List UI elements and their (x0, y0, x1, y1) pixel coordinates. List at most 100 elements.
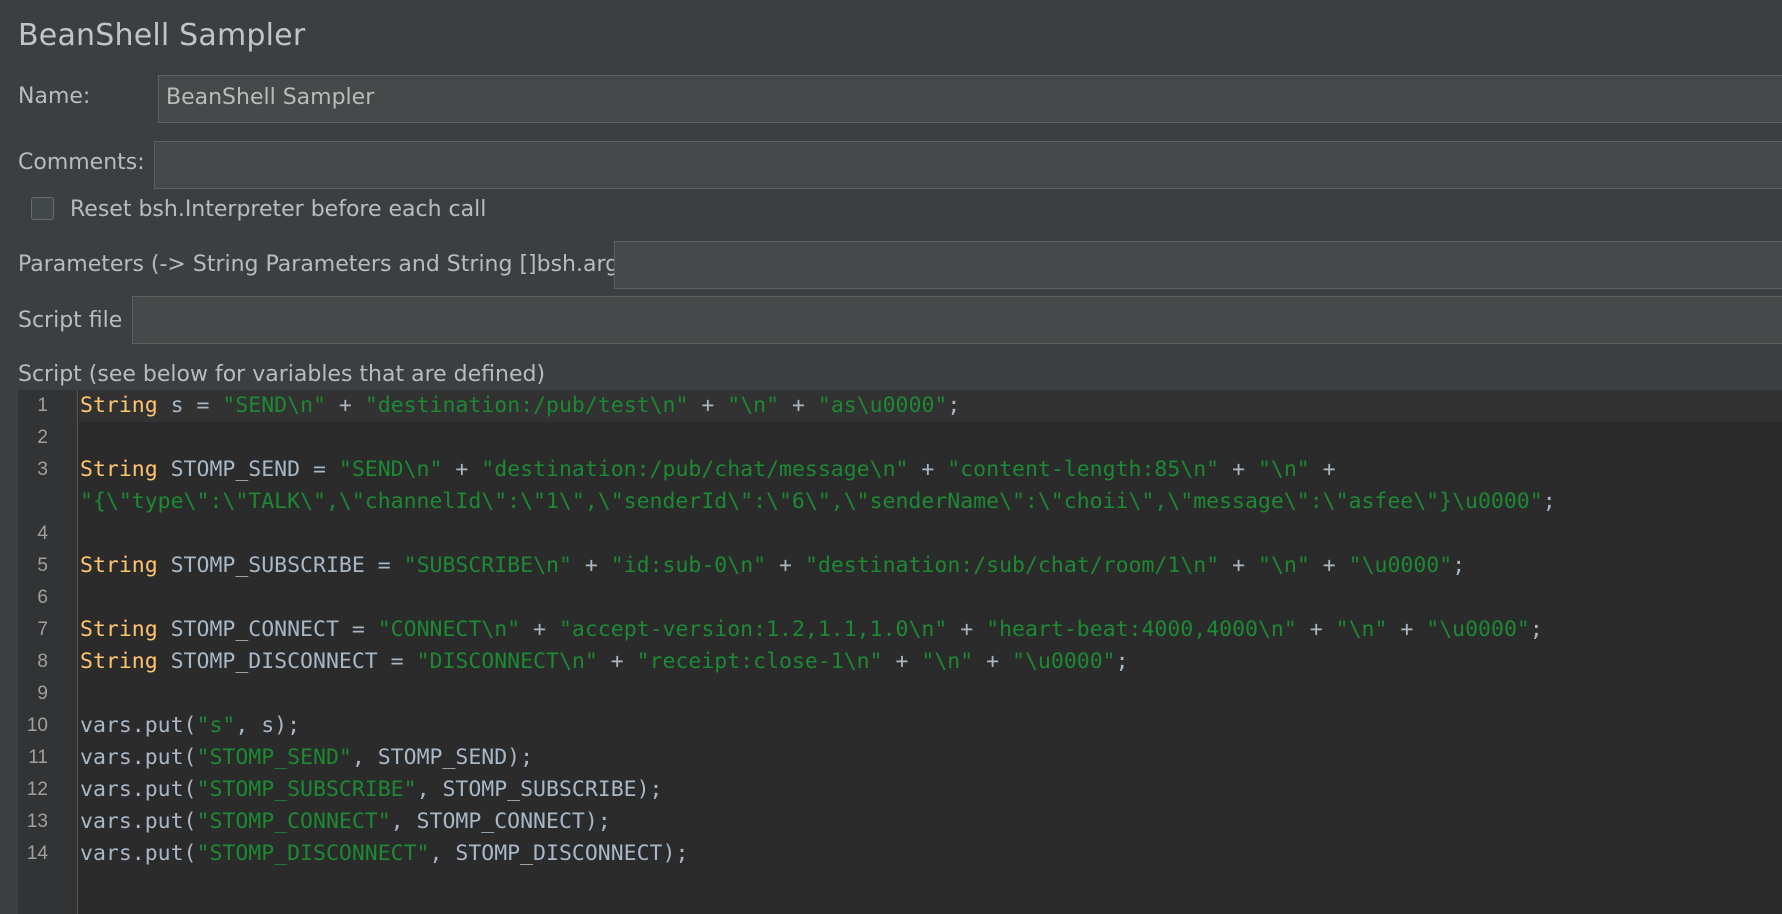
code-line[interactable]: 4 (18, 518, 1782, 550)
code-string: "id:sub-0\n" (610, 553, 767, 578)
code-string: "s" (196, 713, 236, 738)
code-plain: , STOMP_DISCONNECT); (429, 841, 689, 866)
comments-label: Comments: (18, 150, 145, 175)
code-line[interactable]: 5 String STOMP_SUBSCRIBE = "SUBSCRIBE\n" … (18, 550, 1782, 582)
code-string: "destination:/pub/test\n" (364, 393, 689, 418)
reset-interpreter-label[interactable]: Reset bsh.Interpreter before each call (70, 197, 486, 222)
code-text: String STOMP_SEND = "SEND\n" + "destinat… (80, 454, 1336, 486)
code-plain: + (779, 393, 818, 418)
script-file-label: Script file (18, 308, 123, 333)
code-text: String s = "SEND\n" + "destination:/pub/… (80, 390, 960, 422)
code-plain: s = (157, 393, 223, 418)
script-editor[interactable]: 1 String s = "SEND\n" + "destination:/pub… (18, 390, 1782, 914)
code-string: "\n" (921, 649, 974, 674)
code-plain: ; (1115, 649, 1129, 674)
code-line[interactable]: 2 (18, 422, 1782, 454)
code-plain: vars.put( (80, 777, 197, 802)
code-text: String STOMP_SUBSCRIBE = "SUBSCRIBE\n" +… (80, 550, 1465, 582)
line-number: 3 (37, 459, 48, 480)
code-string: "STOMP_SEND" (196, 745, 352, 770)
code-plain: vars.put( (80, 809, 197, 834)
code-plain: , STOMP_SUBSCRIBE); (416, 777, 663, 802)
reset-interpreter-checkbox[interactable] (31, 197, 54, 220)
line-number: 7 (37, 619, 48, 640)
code-plain: + (1309, 457, 1336, 482)
code-line[interactable]: 1 String s = "SEND\n" + "destination:/pub… (18, 390, 1782, 422)
code-plain: ; (1529, 617, 1543, 642)
line-number: 2 (37, 427, 48, 448)
code-line[interactable]: 14 vars.put("STOMP_DISCONNECT", STOMP_DIS… (18, 838, 1782, 870)
code-plain: ; (947, 393, 961, 418)
code-line[interactable]: 8 String STOMP_DISCONNECT = "DISCONNECT\n… (18, 646, 1782, 678)
panel-title: BeanShell Sampler (18, 18, 306, 53)
line-number: 9 (37, 683, 48, 704)
code-string: "CONNECT\n" (377, 617, 521, 642)
comments-input[interactable] (154, 141, 1782, 189)
code-string: "SUBSCRIBE\n" (403, 553, 572, 578)
code-string: "\u0000" (1426, 617, 1530, 642)
code-string: "STOMP_DISCONNECT" (196, 841, 430, 866)
code-string: "STOMP_SUBSCRIBE" (196, 777, 417, 802)
code-string: "SEND\n" (338, 457, 443, 482)
line-number: 12 (26, 779, 48, 800)
code-plain: + (442, 457, 482, 482)
line-number: 10 (26, 715, 48, 736)
code-string: "accept-version:1.2,1.1,1.0\n" (558, 617, 948, 642)
code-plain: + (908, 457, 948, 482)
code-string: "DISCONNECT\n" (416, 649, 598, 674)
code-string: "\n" (727, 393, 780, 418)
code-line[interactable]: "{\"type\":\"TALK\",\"channelId\":\"1\",… (18, 486, 1782, 518)
line-number: 5 (37, 555, 48, 576)
code-plain: , STOMP_SEND); (351, 745, 534, 770)
code-plain: STOMP_SUBSCRIBE = (157, 553, 404, 578)
code-string: "as\u0000" (817, 393, 948, 418)
code-text: String STOMP_DISCONNECT = "DISCONNECT\n"… (80, 646, 1129, 678)
script-file-input[interactable] (132, 296, 1782, 344)
code-plain: , STOMP_CONNECT); (390, 809, 611, 834)
code-plain: STOMP_CONNECT = (157, 617, 378, 642)
code-line[interactable]: 13 vars.put("STOMP_CONNECT", STOMP_CONNEC… (18, 806, 1782, 838)
code-string: "receipt:close-1\n" (636, 649, 883, 674)
code-plain: STOMP_SEND = (157, 457, 339, 482)
code-string: "{\"type\":\"TALK\",\"channelId\":\"1\",… (80, 489, 1543, 514)
code-text: vars.put("s", s); (80, 710, 300, 742)
code-string: "destination:/pub/chat/message\n" (481, 457, 909, 482)
line-number: 1 (37, 395, 48, 416)
code-line[interactable]: 12 vars.put("STOMP_SUBSCRIBE", STOMP_SUBS… (18, 774, 1782, 806)
code-text: vars.put("STOMP_DISCONNECT", STOMP_DISCO… (80, 838, 688, 870)
code-plain: + (1296, 617, 1336, 642)
code-plain: STOMP_DISCONNECT = (157, 649, 417, 674)
parameters-input[interactable] (614, 241, 1782, 289)
code-string: "SEND\n" (222, 393, 326, 418)
code-plain: vars.put( (80, 713, 197, 738)
code-plain: vars.put( (80, 841, 197, 866)
code-keyword: String (80, 649, 158, 674)
code-plain: vars.put( (80, 745, 197, 770)
code-string: "\n" (1257, 457, 1310, 482)
code-plain: + (571, 553, 611, 578)
code-line[interactable]: 9 (18, 678, 1782, 710)
code-text: String STOMP_CONNECT = "CONNECT\n" + "ac… (80, 614, 1543, 646)
code-plain: + (973, 649, 1013, 674)
code-text: vars.put("STOMP_SUBSCRIBE", STOMP_SUBSCR… (80, 774, 663, 806)
code-plain: ; (1542, 489, 1556, 514)
code-string: "\u0000" (1348, 553, 1453, 578)
name-input[interactable]: BeanShell Sampler (158, 75, 1782, 123)
code-string: "\u0000" (1012, 649, 1116, 674)
code-keyword: String (80, 553, 158, 578)
code-keyword: String (80, 393, 158, 418)
code-line[interactable]: 6 (18, 582, 1782, 614)
line-number: 8 (37, 651, 48, 672)
code-line[interactable]: 7 String STOMP_CONNECT = "CONNECT\n" + "a… (18, 614, 1782, 646)
code-line[interactable]: 3 String STOMP_SEND = "SEND\n" + "destina… (18, 454, 1782, 486)
code-plain: + (597, 649, 637, 674)
code-plain: ; (1452, 553, 1466, 578)
code-text: vars.put("STOMP_CONNECT", STOMP_CONNECT)… (80, 806, 611, 838)
code-line[interactable]: 10 vars.put("s", s); (18, 710, 1782, 742)
code-plain: + (1219, 457, 1258, 482)
code-plain: + (766, 553, 805, 578)
code-plain: + (325, 393, 365, 418)
code-line[interactable]: 11 vars.put("STOMP_SEND", STOMP_SEND); (18, 742, 1782, 774)
code-plain: , s); (235, 713, 301, 738)
code-plain: + (520, 617, 559, 642)
